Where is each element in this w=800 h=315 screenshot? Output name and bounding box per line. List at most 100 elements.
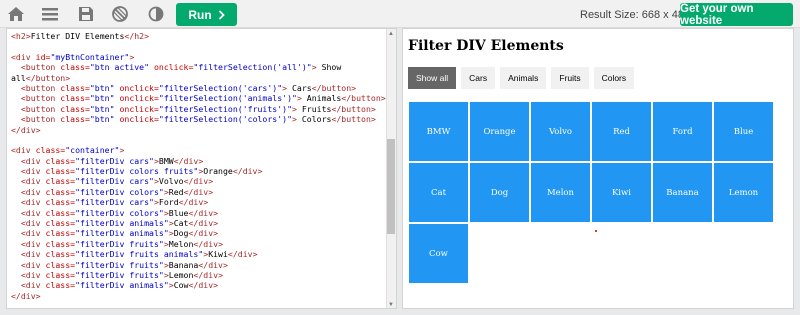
code-token: "filterDiv colors" (75, 186, 164, 197)
code-token: Lemon (168, 269, 194, 280)
filter-item: Red (592, 102, 651, 161)
code-token: Cars (292, 82, 312, 93)
code-token: class= (60, 93, 90, 104)
code-line: <div class="filterDiv colors fruits">Ora… (11, 166, 389, 176)
scroll-up-icon[interactable]: ▲ (386, 29, 396, 39)
code-token: <div (20, 228, 46, 239)
filter-button-fruits[interactable]: Fruits (551, 67, 589, 89)
code-token: Cow (173, 280, 189, 291)
code-token: </div> (188, 207, 219, 218)
code-line: <div class="filterDiv colors">Red</div> (11, 187, 389, 197)
code-token: <button (20, 114, 61, 125)
code-line: <div class="container"> (11, 145, 389, 155)
code-token: </button> (311, 82, 357, 93)
code-token: "filterSelection('colors')" (158, 114, 292, 125)
code-token: Banana (168, 259, 199, 270)
filter-item: Dog (470, 163, 529, 222)
code-token: onclick= (149, 62, 194, 73)
code-line: <div class="filterDiv fruits">Melon</div… (11, 239, 389, 249)
code-token: </div> (198, 259, 228, 270)
code-line: <div class="filterDiv fruits animals">Ki… (11, 249, 389, 259)
filter-item: Ford (653, 102, 712, 161)
code-line: </div> (11, 291, 389, 301)
code-token: Show (321, 62, 342, 73)
code-token: </div> (193, 269, 223, 280)
code-token: "filterDiv fruits animals" (75, 249, 204, 260)
code-line: all</button> (11, 73, 389, 83)
code-scrollbar[interactable]: ▲ ▼ (386, 29, 396, 308)
code-token: "filterDiv colors fruits" (75, 166, 199, 177)
code-token: <div (20, 218, 46, 229)
filter-button-colors[interactable]: Colors (593, 67, 635, 89)
filter-item: Cat (409, 163, 468, 222)
code-token: > (119, 145, 125, 156)
filter-button-animals[interactable]: Animals (500, 67, 547, 89)
code-token: onclick= (114, 93, 159, 104)
code-token: <div (20, 269, 46, 280)
code-token: </button> (341, 93, 386, 104)
code-token: class= (45, 259, 76, 270)
code-line: <div id="myBtnContainer"> (11, 52, 389, 62)
code-token: class= (45, 166, 76, 177)
code-token: class= (60, 114, 90, 125)
theme-icon[interactable] (146, 5, 166, 23)
code-token: <button (20, 82, 61, 93)
code-token: class= (45, 238, 76, 249)
code-token: "filterDiv fruits" (75, 269, 164, 280)
code-text[interactable]: <h2>Filter DIV Elements</h2> <div id="my… (11, 31, 389, 301)
code-line: <button class="btn" onclick="filterSelec… (11, 83, 389, 93)
result-size-label: Result Size: 668 x 488 (580, 9, 691, 21)
filter-button-show-all[interactable]: Show all (408, 67, 457, 89)
get-own-website-button[interactable]: Get your own website (680, 3, 793, 27)
code-line: <button class="btn" onclick="filterSelec… (11, 104, 389, 114)
result-panel: Filter DIV Elements Show all Cars Animals F… (402, 28, 794, 309)
orientation-icon[interactable] (110, 5, 130, 23)
code-token: > (129, 51, 135, 62)
run-button[interactable]: Run (176, 3, 237, 26)
code-line: <div class="filterDiv cars">BMW</div> (11, 156, 389, 166)
code-token: Filter DIV Elements (30, 31, 125, 41)
code-token: class= (45, 228, 76, 239)
code-token: </h2> (124, 31, 150, 41)
code-token: class= (35, 145, 66, 156)
code-token: > (282, 82, 292, 93)
code-token: </div> (188, 280, 219, 291)
code-token: </button> (25, 72, 71, 83)
save-icon[interactable] (76, 5, 96, 23)
code-token: Kiwi (208, 249, 228, 260)
code-token: <div (20, 249, 46, 260)
code-token: Animals (306, 93, 342, 104)
code-token: class= (45, 186, 76, 197)
code-token: Fruits (301, 103, 332, 114)
code-token: "filterDiv cars" (75, 197, 154, 208)
home-icon[interactable] (6, 5, 26, 23)
code-token: </div> (232, 166, 263, 177)
code-token: Dog (173, 228, 189, 239)
code-line: <button class="btn" onclick="filterSelec… (11, 114, 389, 124)
code-token: onclick= (114, 82, 159, 93)
code-token: "btn" (89, 82, 115, 93)
code-token: class= (45, 280, 76, 291)
code-token: class= (60, 103, 90, 114)
run-label: Run (188, 7, 212, 22)
code-line: <div class="filterDiv fruits">Banana</di… (11, 260, 389, 270)
scroll-down-icon[interactable]: ▼ (386, 300, 396, 308)
code-token: > (296, 93, 307, 104)
menu-icon[interactable] (40, 5, 60, 23)
code-token: </button> (331, 114, 376, 125)
code-token: > (292, 114, 302, 125)
scroll-thumb[interactable] (387, 139, 395, 234)
code-editor[interactable]: <h2>Filter DIV Elements</h2> <div id="my… (6, 28, 397, 309)
filter-button-cars[interactable]: Cars (461, 67, 496, 89)
code-token: Ford (158, 197, 179, 208)
code-token: "filterDiv fruits" (75, 238, 164, 249)
